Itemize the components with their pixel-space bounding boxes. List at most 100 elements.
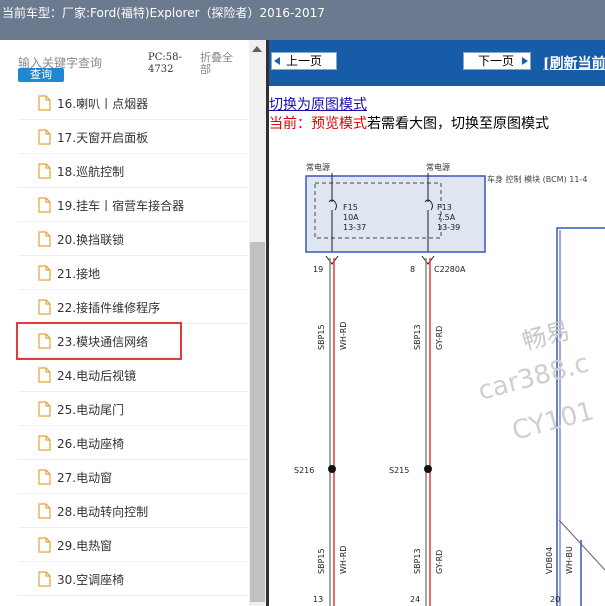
- tree-item-label: 25.电动尾门: [57, 403, 125, 417]
- next-page-label: 下一页: [478, 54, 515, 68]
- fuse1-id: F15: [343, 203, 358, 212]
- arrow-left-icon: [274, 57, 280, 65]
- wire2-color: GY-RD: [435, 326, 444, 350]
- tree-item[interactable]: 28.电动转向控制: [18, 494, 248, 528]
- power-label-right: 常电源: [426, 162, 450, 172]
- tree-item-label: 20.换挡联锁: [57, 233, 125, 247]
- wire2-code-lower: SBP13: [413, 548, 422, 574]
- window-title: 当前车型：厂家:Ford(福特)Explorer（探险者）2016-2017: [0, 0, 605, 40]
- tree-item-label: 27.电动窗: [57, 471, 113, 485]
- tree-item-label: 17.天窗开启面板: [57, 131, 149, 145]
- document-icon: [38, 469, 51, 485]
- sidebar-scroll-thumb[interactable]: [250, 242, 265, 602]
- wire2-code: SBP13: [413, 324, 422, 350]
- tree-item-label: 16.喇叭丨点烟器: [57, 97, 149, 111]
- tree-item[interactable]: 16.喇叭丨点烟器: [18, 86, 248, 120]
- document-icon: [38, 163, 51, 179]
- tree-item-label: 24.电动后视镜: [57, 369, 137, 383]
- sidebar: 输入关键字查询 查询 PC:58-4732 折叠全部 16.喇叭丨点烟器 17.天…: [0, 40, 266, 606]
- tree-item[interactable]: 22.接插件维修程序: [18, 290, 248, 324]
- document-icon: [38, 197, 51, 213]
- collapse-all-button[interactable]: 折叠全部: [200, 52, 240, 76]
- wire3-code: VDB04: [545, 547, 554, 574]
- tree-item[interactable]: 27.电动窗: [18, 460, 248, 494]
- connector-id: C2280A: [434, 265, 466, 274]
- tree-item-label: 26.电动座椅: [57, 437, 125, 451]
- document-icon: [38, 537, 51, 553]
- wire1-color-lower: WH-RD: [339, 545, 348, 574]
- document-icon: [38, 503, 51, 519]
- pin-right-bottom: 20: [550, 595, 560, 604]
- tree-item[interactable]: 21.接地: [18, 256, 248, 290]
- pin-left-bottom: 13: [313, 595, 323, 604]
- viewer: 上一页 下一页 [刷新当前 切换为原图模式 当前：预览模式若需看大图，切换至原图…: [269, 40, 605, 606]
- prev-page-label: 上一页: [286, 54, 323, 68]
- tree-item-label: 18.巡航控制: [57, 165, 125, 179]
- pc-id: PC:58-4732: [148, 52, 182, 75]
- watermark-line-2: car388.c: [475, 349, 592, 407]
- splice-left: S216: [294, 466, 314, 475]
- chapter-tree: 16.喇叭丨点烟器 17.天窗开启面板 18.巡航控制 19.挂车丨宿营车接合器 20.…: [16, 86, 248, 596]
- fuse2-rating: 7.5A: [437, 213, 456, 222]
- refresh-link[interactable]: [刷新当前: [543, 53, 605, 73]
- document-icon: [38, 435, 51, 451]
- tree-item[interactable]: 18.巡航控制: [18, 154, 248, 188]
- mode-status: 当前：预览模式若需看大图，切换至原图模式: [269, 113, 549, 133]
- tree-item[interactable]: 23.模块通信网络: [16, 322, 182, 360]
- prev-page-button[interactable]: 上一页: [271, 52, 337, 70]
- next-page-button[interactable]: 下一页: [463, 52, 531, 70]
- module-name: 车身 控制 模块 (BCM) 11-4: [487, 174, 587, 184]
- query-button[interactable]: 查询: [18, 68, 64, 82]
- tree-item-label: 29.电热窗: [57, 539, 113, 553]
- document-icon: [38, 95, 51, 111]
- connector-arrow-right: [421, 255, 435, 265]
- document-icon: [38, 333, 51, 349]
- wire3-color: WH-BU: [565, 546, 574, 574]
- tree-item-label: 21.接地: [57, 267, 101, 281]
- document-icon: [38, 129, 51, 145]
- wire2-color-lower: GY-RD: [435, 550, 444, 574]
- wire1-code: SBP15: [317, 324, 326, 350]
- mode-status-hint: 若需看大图，切换至原图模式: [367, 116, 549, 132]
- scroll-up-arrow-icon[interactable]: [252, 46, 262, 52]
- watermark-line-1: 畅易: [519, 316, 573, 355]
- document-icon: [38, 367, 51, 383]
- splice-right: S215: [389, 466, 409, 475]
- splice-left-dot: [328, 465, 336, 473]
- arrow-right-icon: [522, 57, 528, 65]
- tree-item[interactable]: 19.挂车丨宿营车接合器: [18, 188, 248, 222]
- connector-arrow-left: [325, 255, 339, 265]
- watermark-line-3: CY101: [509, 396, 597, 447]
- power-label-left: 常电源: [306, 162, 330, 172]
- tree-item[interactable]: 24.电动后视镜: [18, 358, 248, 392]
- viewer-toolbar: 上一页 下一页 [刷新当前: [269, 40, 605, 86]
- document-icon: [38, 265, 51, 281]
- tree-item[interactable]: 29.电热窗: [18, 528, 248, 562]
- tree-item-label: 30.空调座椅: [57, 573, 125, 587]
- fuse1-loc: 13-37: [343, 223, 366, 232]
- splice-right-dot: [424, 465, 432, 473]
- fuse2-id: F13: [437, 203, 452, 212]
- switch-original-link[interactable]: 切换为原图模式: [269, 94, 367, 114]
- fuse1-rating: 10A: [343, 213, 359, 222]
- document-icon: [38, 401, 51, 417]
- tree-item[interactable]: 17.天窗开启面板: [18, 120, 248, 154]
- document-icon: [38, 231, 51, 247]
- tree-item[interactable]: 30.空调座椅: [18, 562, 248, 596]
- fuse2-loc: 13-39: [437, 223, 460, 232]
- tree-item-label: 22.接插件维修程序: [57, 301, 161, 315]
- wiring-diagram[interactable]: 常电源 常电源 车身 控制 模块 (BCM) 11-4 F15 10A 13-3…: [269, 140, 605, 606]
- pin-left-top: 19: [313, 265, 323, 274]
- bcm-box: [305, 175, 486, 253]
- tree-item[interactable]: 26.电动座椅: [18, 426, 248, 460]
- wire1-code-lower: SBP15: [317, 548, 326, 574]
- document-icon: [38, 571, 51, 587]
- pin-mid-bottom: 24: [410, 595, 420, 604]
- wire1-color: WH-RD: [339, 321, 348, 350]
- document-icon: [38, 299, 51, 315]
- mode-status-current: 当前：预览模式: [269, 116, 367, 132]
- tree-item[interactable]: 20.换挡联锁: [18, 222, 248, 256]
- tree-item[interactable]: 25.电动尾门: [18, 392, 248, 426]
- tree-item-label: 19.挂车丨宿营车接合器: [57, 199, 185, 213]
- tree-item-label: 28.电动转向控制: [57, 505, 149, 519]
